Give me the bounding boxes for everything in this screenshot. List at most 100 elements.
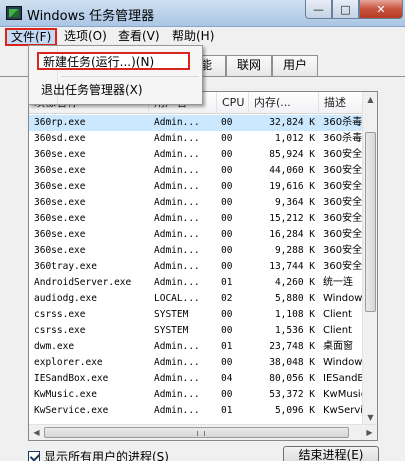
horizontal-scrollbar[interactable]: ◀ ▶ <box>29 424 377 440</box>
process-name-cell: explorer.exe <box>34 357 103 368</box>
table-row[interactable]: IESandBox.exe Admin... 04 80,056 K IESandB <box>29 371 364 387</box>
memory-cell: 32,824 K <box>269 117 315 128</box>
memory-cell: 85,924 K <box>269 149 315 160</box>
user-name-cell: Admin... <box>154 405 200 416</box>
cpu-cell: 00 <box>221 213 233 224</box>
process-name-cell: csrss.exe <box>34 325 86 336</box>
cpu-cell: 01 <box>221 341 233 352</box>
table-row[interactable]: 360tray.exe Admin... 00 13,744 K 360安全 <box>29 259 364 275</box>
description-cell: KwMusic <box>323 389 365 400</box>
menu-file[interactable]: 文件(F) <box>5 28 58 46</box>
user-name-cell: Admin... <box>154 261 200 272</box>
user-name-cell: SYSTEM <box>154 325 189 336</box>
show-all-users-checkbox[interactable] <box>28 450 40 461</box>
description-cell: 统一连 <box>323 277 353 288</box>
table-row[interactable]: AndroidServer.exe Admin... 01 4,260 K 统一连 <box>29 275 364 291</box>
scroll-right-arrow-icon[interactable]: ▶ <box>362 425 377 440</box>
maximize-button[interactable]: □ <box>332 0 359 19</box>
description-cell: 360安全 <box>323 165 363 176</box>
horizontal-scroll-thumb[interactable] <box>44 427 349 438</box>
memory-cell: 9,288 K <box>274 245 315 256</box>
description-cell: Client <box>323 325 352 336</box>
memory-cell: 5,880 K <box>274 293 315 304</box>
cpu-cell: 00 <box>221 117 233 128</box>
user-name-cell: Admin... <box>154 245 200 256</box>
table-row[interactable]: 360se.exe Admin... 00 44,060 K 360安全 <box>29 163 364 179</box>
table-row[interactable]: 360se.exe Admin... 00 9,288 K 360安全 <box>29 243 364 259</box>
process-name-cell: dwm.exe <box>34 341 75 352</box>
user-name-cell: Admin... <box>154 117 200 128</box>
cpu-cell: 00 <box>221 181 233 192</box>
user-name-cell: Admin... <box>154 229 200 240</box>
memory-cell: 44,060 K <box>269 165 315 176</box>
column-header-cpu[interactable]: CPU <box>217 92 249 114</box>
user-name-cell: Admin... <box>154 165 200 176</box>
tab-networking[interactable]: 联网 <box>226 55 272 76</box>
table-row[interactable]: csrss.exe SYSTEM 00 1,536 K Client <box>29 323 364 339</box>
table-row[interactable]: explorer.exe Admin... 00 38,048 K Windows <box>29 355 365 371</box>
cpu-cell: 00 <box>221 229 233 240</box>
scroll-up-arrow-icon[interactable]: ▲ <box>363 92 377 107</box>
memory-cell: 23,748 K <box>269 341 315 352</box>
menu-view[interactable]: 查看(V) <box>114 28 164 46</box>
cpu-cell: 00 <box>221 261 233 272</box>
close-button[interactable]: ✕ <box>359 0 403 19</box>
column-header-memory[interactable]: 内存(... <box>249 92 319 114</box>
show-all-users-option[interactable]: 显示所有用户的进程(S) <box>28 448 169 461</box>
scroll-down-arrow-icon[interactable]: ▼ <box>363 410 377 425</box>
minimize-button[interactable]: — <box>305 0 332 19</box>
vertical-scroll-thumb[interactable] <box>365 132 376 312</box>
process-name-cell: 360se.exe <box>34 165 86 176</box>
show-all-users-label: 显示所有用户的进程(S) <box>44 450 169 461</box>
process-name-cell: 360se.exe <box>34 245 86 256</box>
memory-cell: 5,096 K <box>274 405 315 416</box>
process-name-cell: audiodg.exe <box>34 293 97 304</box>
table-row[interactable]: 360rp.exe Admin... 00 32,824 K 360杀毒 <box>29 115 364 131</box>
memory-cell: 1,012 K <box>274 133 315 144</box>
cpu-cell: 00 <box>221 149 233 160</box>
process-name-cell: 360se.exe <box>34 197 86 208</box>
user-name-cell: Admin... <box>154 389 200 400</box>
file-menu-dropdown: 新建任务(运行...)(N) 退出任务管理器(X) <box>28 45 203 105</box>
end-process-button[interactable]: 结束进程(E) <box>283 446 379 461</box>
table-row[interactable]: KwService.exe Admin... 01 5,096 K KwServi <box>29 403 364 419</box>
process-list[interactable]: 映像名称 用户名 CPU 内存(... 描述 360rp.exeAdmin...… <box>28 91 378 441</box>
user-name-cell: Admin... <box>154 197 200 208</box>
process-name-cell: 360se.exe <box>34 149 86 160</box>
table-row[interactable]: KwMusic.exe Admin... 00 53,372 K KwMusic <box>29 387 365 403</box>
column-header-description[interactable]: 描述 <box>319 92 364 114</box>
menu-separator <box>61 76 199 77</box>
description-cell: IESandB <box>323 373 365 384</box>
vertical-scrollbar[interactable]: ▲ ▼ <box>362 92 377 425</box>
cpu-cell: 00 <box>221 325 233 336</box>
process-name-cell: 360tray.exe <box>34 261 97 272</box>
table-row[interactable]: 360se.exe Admin... 00 19,616 K 360安全 <box>29 179 364 195</box>
user-name-cell: Admin... <box>154 149 200 160</box>
user-name-cell: SYSTEM <box>154 309 189 320</box>
description-cell: KwServi <box>323 405 364 416</box>
description-cell: 360杀毒 <box>323 133 363 144</box>
table-row[interactable]: dwm.exe Admin... 01 23,748 K 桌面窗 <box>29 339 364 355</box>
menu-help[interactable]: 帮助(H) <box>168 28 218 46</box>
table-row[interactable]: 360sd.exe Admin... 00 1,012 K 360杀毒 <box>29 131 364 147</box>
menu-item-exit[interactable]: 退出任务管理器(X) <box>37 82 187 100</box>
memory-cell: 13,744 K <box>269 261 315 272</box>
cpu-cell: 00 <box>221 133 233 144</box>
table-row[interactable]: 360se.exe Admin... 00 9,364 K 360安全 <box>29 195 364 211</box>
menu-item-run-new-task[interactable]: 新建任务(运行...)(N) <box>37 52 190 70</box>
user-name-cell: Admin... <box>154 133 200 144</box>
table-row[interactable]: 360se.exe Admin... 00 16,284 K 360安全 <box>29 227 364 243</box>
menu-options[interactable]: 选项(O) <box>60 28 111 46</box>
user-name-cell: Admin... <box>154 341 200 352</box>
table-row[interactable]: 360se.exe Admin... 00 15,212 K 360安全 <box>29 211 364 227</box>
tab-users[interactable]: 用户 <box>272 55 318 76</box>
memory-cell: 38,048 K <box>269 357 315 368</box>
cpu-cell: 04 <box>221 373 233 384</box>
scroll-left-arrow-icon[interactable]: ◀ <box>29 425 44 440</box>
table-row[interactable]: 360se.exe Admin... 00 85,924 K 360安全 <box>29 147 364 163</box>
user-name-cell: LOCAL... <box>154 293 200 304</box>
table-row[interactable]: audiodg.exe LOCAL... 02 5,880 K Windows <box>29 291 365 307</box>
table-row[interactable]: csrss.exe SYSTEM 00 1,108 K Client <box>29 307 364 323</box>
description-cell: 360安全 <box>323 245 363 256</box>
task-manager-app-icon <box>6 6 22 20</box>
